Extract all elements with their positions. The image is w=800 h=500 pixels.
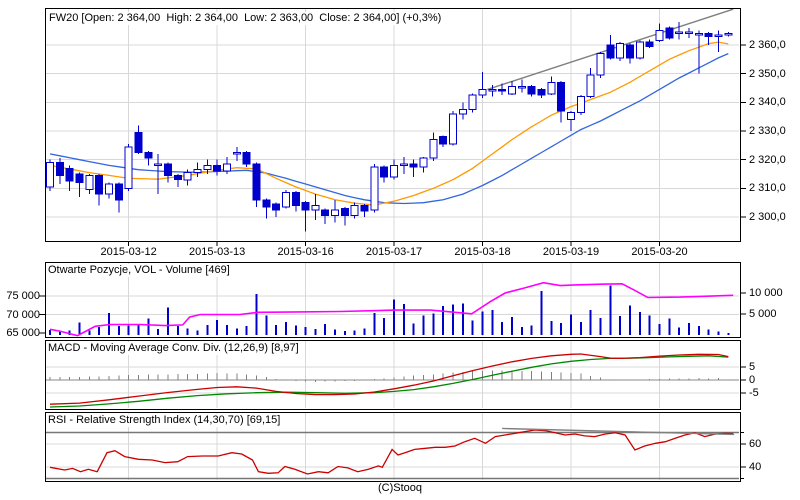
price-axis-label: 2 320,0 <box>749 153 786 166</box>
volume-axis-label: 10 000 <box>749 287 783 299</box>
date-axis-label: 2015-03-18 <box>454 246 511 258</box>
chart-title: FW20 [Open: 2 364,00 High: 2 364,00 Low:… <box>49 12 445 25</box>
rsi-axis-label: 40 <box>749 461 762 473</box>
macd-axis-label: 0 <box>749 374 756 386</box>
macd-panel-header: MACD - Moving Average Conv. Div. (12,26,… <box>48 342 302 355</box>
date-axis-label: 2015-03-20 <box>631 246 688 258</box>
copyright-label: (C)Stooq <box>377 482 423 494</box>
price-axis-label: 2 340,0 <box>749 96 786 109</box>
date-axis-label: 2015-03-16 <box>277 246 334 258</box>
price-axis-label: 2 310,0 <box>749 182 786 195</box>
price-axis-label: 2 360,0 <box>749 39 786 51</box>
macd-axis-label: -5 <box>749 387 759 399</box>
open-interest-axis-label: 65 000 <box>6 327 40 339</box>
date-axis-label: 2015-03-17 <box>365 246 423 258</box>
date-axis-label: 2015-03-19 <box>542 246 600 258</box>
date-axis-label: 2015-03-13 <box>188 246 246 258</box>
volume-axis-label: 5 000 <box>749 308 777 320</box>
date-axis-label: 2015-03-12 <box>100 246 157 258</box>
stock-chart: FW20 [Open: 2 364,00 High: 2 364,00 Low:… <box>0 0 800 500</box>
rsi-axis-label: 60 <box>749 438 762 450</box>
open-interest-axis-label: 75 000 <box>6 290 40 302</box>
rsi-panel-header: RSI - Relative Strength Index (14,30,70)… <box>48 414 284 427</box>
price-axis-label: 2 300,0 <box>749 211 786 223</box>
volume-panel-header: Otwarte Pozycje, VOL - Volume [469] <box>48 264 233 277</box>
macd-axis-label: 5 <box>749 361 756 373</box>
open-interest-axis-label: 70 000 <box>6 308 40 321</box>
price-axis-label: 2 330,0 <box>749 125 786 137</box>
price-axis-label: 2 350,0 <box>749 67 786 80</box>
